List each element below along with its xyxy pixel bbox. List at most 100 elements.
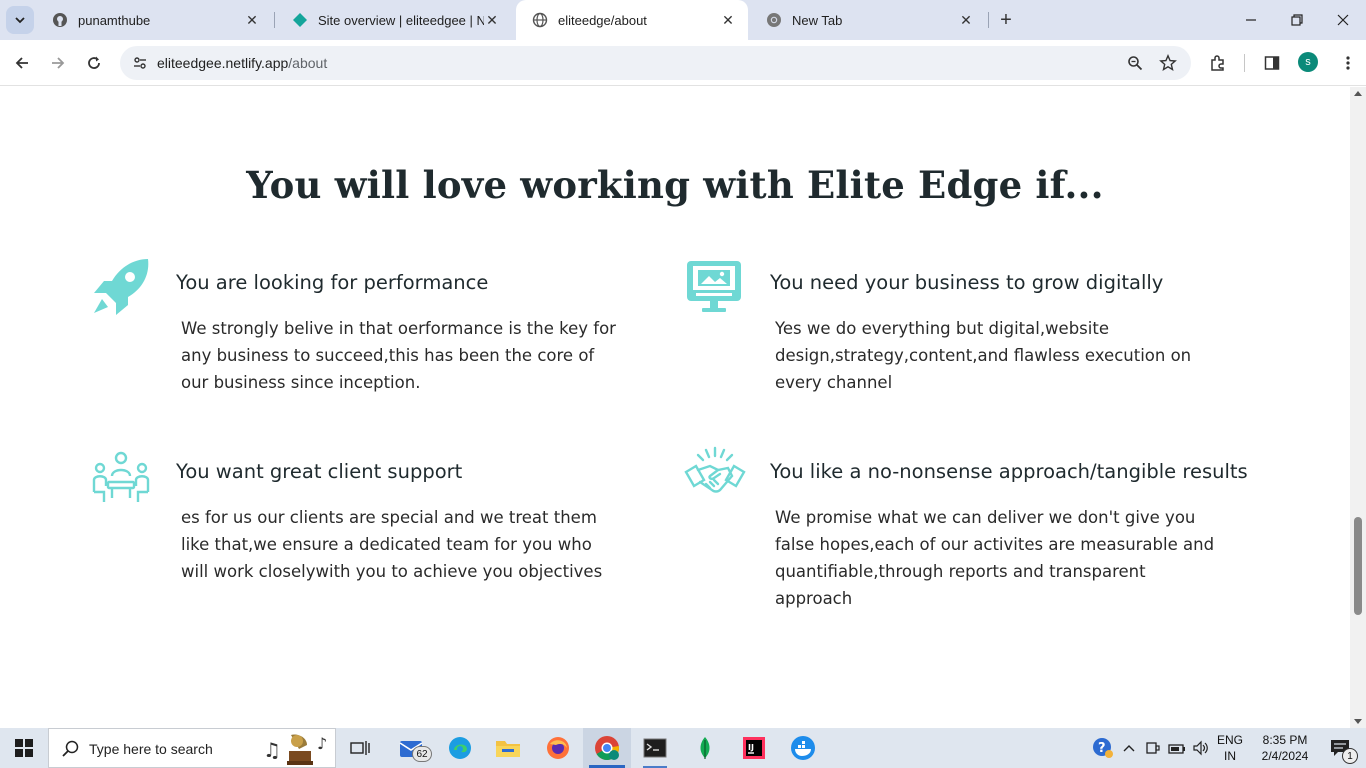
taskbar-terminal[interactable] [631,728,679,768]
task-view-button[interactable] [336,728,384,768]
taskbar-firefox[interactable] [534,728,582,768]
url-text[interactable]: eliteedgee.netlify.app/about [157,55,327,71]
side-panel-button[interactable] [1258,49,1286,77]
tab-title: New Tab [792,12,843,28]
address-bar[interactable]: eliteedgee.netlify.app/about [120,46,1191,80]
feature-title: You like a no-nonsense approach/tangible… [770,460,1248,483]
chevron-up-icon [1123,745,1135,752]
scroll-up-arrow-icon[interactable] [1354,91,1362,96]
browser-menu-button[interactable] [1334,49,1362,77]
clock-date: 2/4/2024 [1261,749,1309,763]
search-placeholder: Type here to search [89,741,213,757]
tray-meet-now[interactable] [1142,728,1164,768]
folder-icon [496,741,520,757]
chrome-icon [766,12,782,28]
close-window-button[interactable] [1320,0,1366,40]
chrome-icon [595,736,619,761]
language-region: IN [1224,749,1236,763]
svg-text:?: ? [1098,741,1106,756]
page-scrollbar[interactable] [1350,87,1366,728]
device-icon [1146,742,1160,754]
close-icon[interactable]: ✕ [958,12,974,28]
site-info-icon[interactable] [128,51,152,75]
globe-icon [532,12,548,28]
github-icon [52,12,68,28]
close-icon[interactable]: ✕ [484,12,500,28]
taskbar-chrome[interactable] [583,728,631,768]
close-icon[interactable]: ✕ [244,12,260,28]
tab-separator [274,12,275,28]
taskbar-search-box[interactable]: Type here to search ♫ ♪ [48,728,336,768]
tab-title: Site overview | eliteedgee | Netl [318,12,484,28]
system-clock[interactable]: 8:35 PM 2/4/2024 [1252,732,1318,764]
monitor-icon [687,261,741,312]
intellij-icon: IJ [743,737,765,759]
tab-new-tab[interactable]: New Tab ✕ [750,0,986,40]
tray-help[interactable]: ? [1090,728,1116,768]
windows-logo-icon [15,739,33,757]
puzzle-icon [1211,55,1224,71]
svg-text:IJ: IJ [748,743,754,752]
side-panel-icon [1264,56,1280,70]
handshake-icon [684,446,746,493]
page-title: You will love working with Elite Edge if… [246,163,1104,207]
taskbar-mail[interactable]: 62 [388,728,436,768]
tab-punamthube[interactable]: punamthube ✕ [36,0,272,40]
svg-text:♪: ♪ [317,734,327,753]
start-button[interactable] [0,728,48,768]
minimize-icon [1246,19,1256,21]
minimize-button[interactable] [1228,0,1274,40]
svg-text:♫: ♫ [263,738,281,762]
language-code: ENG [1216,733,1243,747]
windows-taskbar: Type here to search ♫ ♪ 62 IJ ? ENG IN 8… [0,728,1366,768]
tab-title: eliteedge/about [558,12,647,28]
arrow-left-icon [15,57,28,69]
restore-icon [1291,14,1303,26]
network-icon [1168,744,1185,754]
url-host: eliteedgee.netlify.app [157,55,289,71]
feature-title: You need your business to grow digitally [770,271,1164,294]
notification-count-badge: 1 [1342,748,1358,764]
taskbar-docker[interactable] [779,728,827,768]
feature-description: es for us our clients are special and we… [181,508,603,581]
extensions-button[interactable] [1204,49,1232,77]
close-icon[interactable]: ✕ [720,12,736,28]
terminal-icon [643,738,667,758]
taskbar-mongodb[interactable] [681,728,729,768]
taskbar-file-explorer[interactable] [484,728,532,768]
new-tab-button[interactable]: + [994,8,1018,32]
tray-show-hidden[interactable] [1118,728,1140,768]
browser-toolbar: eliteedgee.netlify.app/about s [0,40,1366,86]
taskbar-intellij[interactable]: IJ [730,728,778,768]
url-path: /about [288,55,328,71]
tray-network[interactable] [1166,728,1188,768]
chevron-down-icon [15,17,25,24]
input-language[interactable]: ENG IN [1212,732,1248,764]
help-icon: ? [1093,738,1113,758]
page-content: You will love working with Elite Edge if… [0,87,1350,728]
feature-description: Yes we do everything but digital,website… [775,319,1192,392]
firefox-icon [547,737,569,759]
profile-avatar[interactable]: s [1298,52,1318,72]
feature-description: We promise what we can deliver we don't … [775,508,1215,608]
taskbar-edge[interactable] [436,728,484,768]
tab-title: punamthube [78,12,151,28]
reload-button[interactable] [80,49,108,77]
tray-volume[interactable] [1190,728,1212,768]
scrollbar-thumb[interactable] [1354,517,1362,615]
tab-site-overview[interactable]: Site overview | eliteedgee | Netl ✕ [276,0,512,40]
tab-eliteedge-about[interactable]: eliteedge/about ✕ [516,0,748,40]
tab-search-button[interactable] [6,6,34,34]
task-view-icon [350,741,370,755]
bookmark-star-icon[interactable] [1156,51,1180,75]
back-button[interactable] [8,49,36,77]
feature-title: You want great client support [176,460,463,483]
notification-center-button[interactable]: 1 [1320,728,1360,768]
scroll-down-arrow-icon[interactable] [1354,719,1362,724]
restore-button[interactable] [1274,0,1320,40]
forward-button[interactable] [44,49,72,77]
feature-description: We strongly belive in that oerformance i… [181,319,616,392]
zoom-icon[interactable] [1123,51,1147,75]
arrow-right-icon [52,57,65,69]
search-icon [62,740,79,757]
